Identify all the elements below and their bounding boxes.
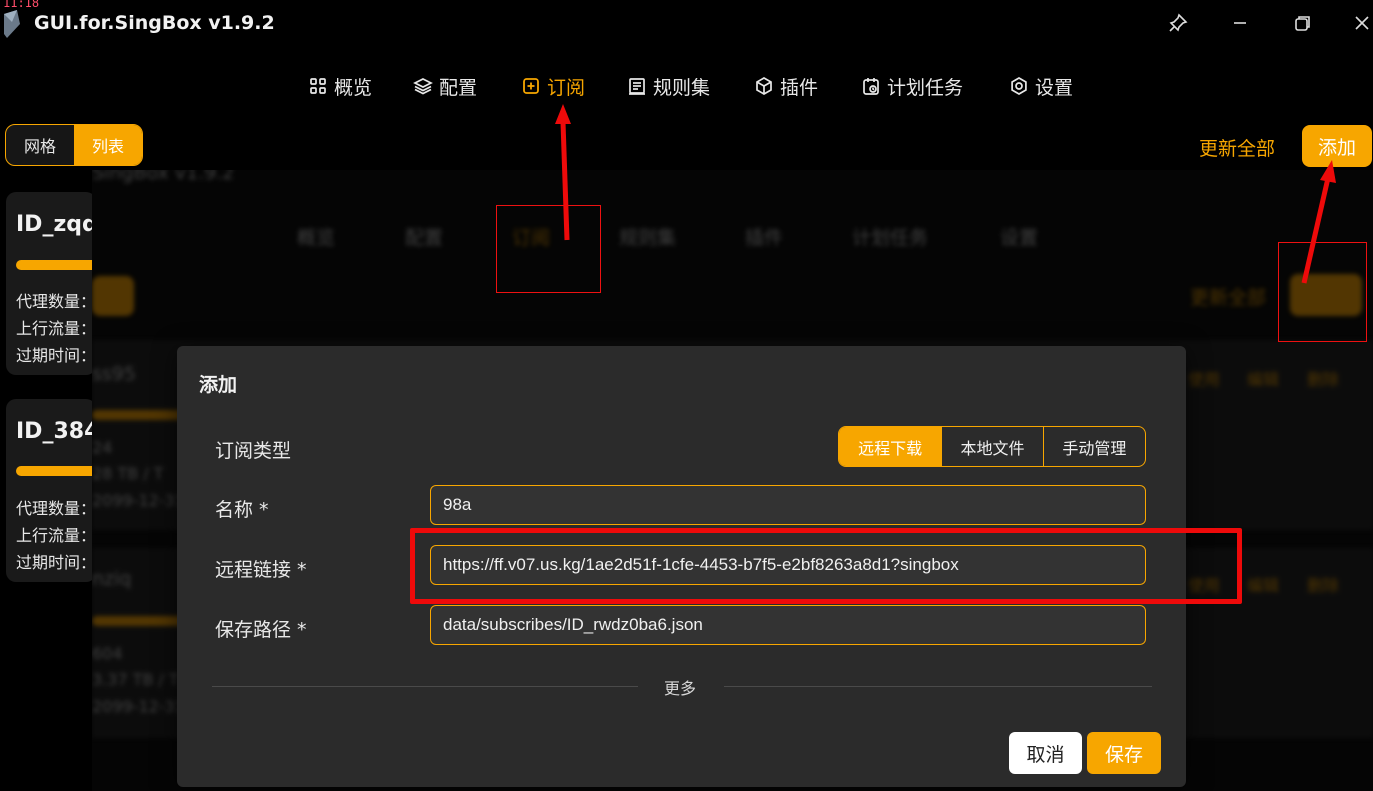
close-icon: [1355, 16, 1369, 30]
pin-button[interactable]: [1166, 11, 1190, 35]
card-title: ID_384: [16, 419, 96, 444]
ghost-row-traffic: 28 TB / T: [92, 464, 164, 483]
ghost-action: 删除: [1307, 576, 1340, 595]
grid-icon: [310, 78, 326, 94]
ghost-action: 使用: [1188, 370, 1221, 389]
minimize-icon: [1234, 22, 1246, 24]
pin-icon: [1169, 13, 1188, 32]
name-value: 98a: [443, 495, 472, 514]
cube-icon: [756, 77, 772, 95]
divider: [212, 686, 638, 687]
name-label: 名称 *: [215, 499, 269, 521]
nav-label: 规则集: [653, 76, 711, 99]
nav-label: 订阅: [547, 76, 586, 99]
ghost-row-date: 2099-12-31: [92, 697, 185, 716]
ghost-action: 编辑: [1247, 576, 1280, 595]
nav-label: 计划任务: [887, 76, 964, 99]
ghost-nav-item: 设置: [1000, 227, 1039, 249]
proxy-count-label: 代理数量：: [16, 292, 96, 311]
calendar-icon: [863, 78, 879, 95]
nav-item-subscriptions[interactable]: 订阅: [521, 64, 585, 108]
ghost-row-count: 604: [92, 644, 123, 663]
restore-button[interactable]: [1290, 11, 1314, 35]
proxy-count-label: 代理数量：: [16, 499, 96, 518]
nav-item-overview[interactable]: 概览: [308, 64, 372, 108]
restore-icon: [1295, 16, 1310, 31]
nav-item-config[interactable]: 配置: [413, 64, 477, 108]
ghost-title: SingBox v1.9.2: [92, 170, 235, 184]
subscription-card[interactable]: ID_384 代理数量： 上行流量： 过期时间：: [6, 399, 96, 582]
ghost-action: 编辑: [1247, 370, 1280, 389]
nav-item-scheduled-tasks[interactable]: 计划任务: [861, 64, 963, 108]
gear-icon: [1011, 77, 1027, 95]
nav-item-rulesets[interactable]: 规则集: [627, 64, 710, 108]
upload-traffic-label: 上行流量：: [16, 526, 96, 545]
expire-time-label: 过期时间：: [16, 553, 96, 572]
type-option-manual[interactable]: 手动管理: [1042, 427, 1145, 466]
annotation-highlight-url: [410, 528, 1242, 604]
upload-traffic-label: 上行流量：: [16, 319, 96, 338]
save-button[interactable]: 保存: [1087, 732, 1161, 774]
view-grid-button[interactable]: 网格: [6, 125, 74, 165]
clock-overlay: 11:18: [3, 0, 40, 10]
ghost-row-date: 2099-12-31: [92, 491, 185, 510]
subscription-type-selector: 远程下载 本地文件 手动管理: [838, 426, 1146, 467]
app-logo-icon: [4, 10, 20, 38]
dialog-title: 添加: [199, 374, 238, 396]
layers-icon: [413, 78, 433, 95]
app-title: GUI.for.SingBox v1.9.2: [34, 12, 275, 34]
cancel-button[interactable]: 取消: [1009, 732, 1082, 774]
ghost-row-name: nziq: [92, 568, 132, 590]
subscription-type-label: 订阅类型: [215, 440, 292, 462]
close-button[interactable]: [1350, 11, 1373, 35]
ghost-row-traffic: 3.37 TB / T: [92, 670, 179, 689]
minimize-button[interactable]: [1228, 11, 1252, 35]
nav-label: 概览: [334, 76, 373, 99]
nav-item-settings[interactable]: 设置: [1009, 64, 1073, 108]
type-option-remote[interactable]: 远程下载: [839, 427, 942, 466]
subscription-card[interactable]: ID_zqq 代理数量： 上行流量： 过期时间：: [6, 192, 96, 375]
divider: [724, 686, 1152, 687]
ghost-action: 删除: [1307, 370, 1340, 389]
type-option-local[interactable]: 本地文件: [941, 427, 1042, 466]
view-list-button[interactable]: 列表: [74, 125, 142, 165]
nav-label: 设置: [1035, 76, 1074, 99]
more-options-toggle[interactable]: 更多: [664, 675, 696, 699]
ghost-update-all: 更新全部: [1190, 287, 1267, 309]
view-toggle: 网格 列表: [5, 124, 143, 166]
ghost-row-name: ss95: [92, 363, 136, 385]
usage-progress-bar: [16, 466, 96, 476]
nav-item-plugins[interactable]: 插件: [754, 64, 818, 108]
remote-url-label: 远程链接 *: [215, 559, 307, 581]
ghost-nav-item: 配置: [405, 227, 444, 249]
ghost-nav-item: 概览: [297, 227, 336, 249]
save-path-input[interactable]: data/subscribes/ID_rwdz0ba6.json: [430, 605, 1146, 645]
expire-time-label: 过期时间：: [16, 346, 96, 365]
usage-progress-bar: [16, 260, 96, 270]
update-all-button[interactable]: 更新全部: [1199, 134, 1275, 161]
ghost-nav-item: 规则集: [619, 227, 677, 249]
name-input[interactable]: 98a: [430, 485, 1146, 525]
nav-label: 插件: [780, 76, 819, 99]
nav-label: 配置: [439, 76, 478, 99]
ruleset-icon: [629, 78, 645, 95]
add-subscription-button[interactable]: 添加: [1302, 125, 1372, 167]
ghost-nav-item: 计划任务: [852, 227, 929, 249]
annotation-box-add: [1278, 242, 1367, 342]
ghost-nav-item: 插件: [745, 227, 784, 249]
plus-square-icon: [523, 78, 539, 94]
ghost-row-count: 24: [92, 438, 113, 457]
card-title: ID_zqq: [16, 212, 96, 237]
main-nav: 概览 配置 订阅 规则集 插件 计划任务 设置: [0, 64, 1373, 108]
ghost-toggle: [92, 276, 134, 316]
annotation-box-subscriptions: [496, 205, 601, 293]
save-path-label: 保存路径 *: [215, 619, 307, 641]
save-path-value: data/subscribes/ID_rwdz0ba6.json: [443, 615, 703, 634]
